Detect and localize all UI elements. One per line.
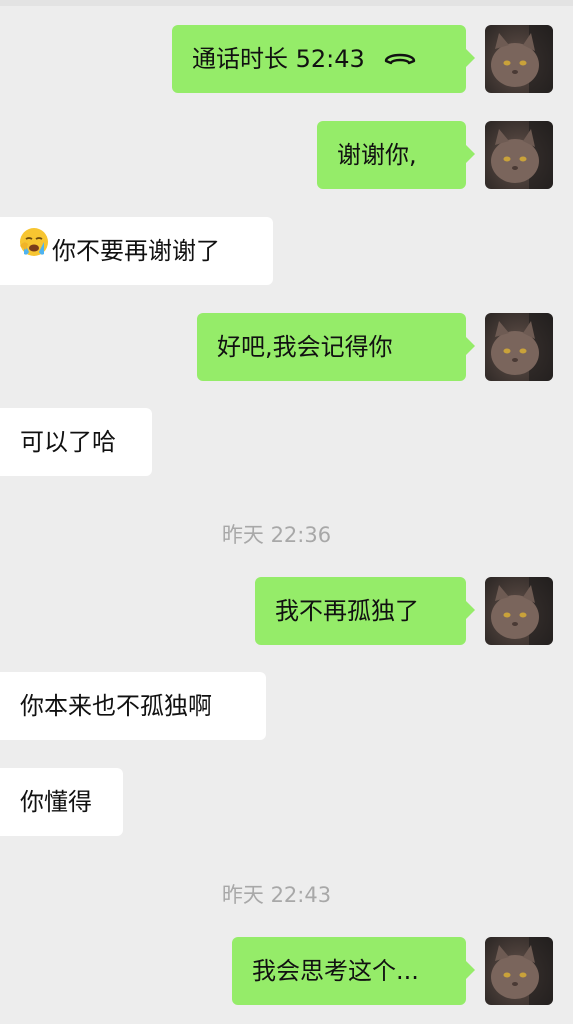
message-bubble-sent[interactable]: 谢谢你, (317, 121, 475, 189)
message-text: 我不再孤独了 (275, 597, 419, 625)
message-text: 好吧,我会记得你 (217, 333, 393, 361)
message-bubble-received[interactable]: 你不要再谢谢了 (0, 217, 273, 285)
phone-hangup-icon (383, 24, 417, 92)
message-text: 通话时长 52:43 (192, 45, 365, 73)
message-bubble-sent[interactable]: 好吧,我会记得你 (197, 313, 475, 381)
top-edge (0, 0, 573, 6)
message-bubble-call-duration[interactable]: 通话时长 52:43 (172, 24, 475, 93)
message-bubble-received[interactable]: 可以了哈 (0, 408, 152, 476)
message-bubble-received[interactable]: 你懂得 (0, 768, 123, 836)
message-text: 你不要再谢谢了 (52, 237, 220, 265)
message-bubble-received[interactable]: 你本来也不孤独啊 (0, 672, 266, 740)
avatar[interactable] (485, 313, 553, 381)
avatar[interactable] (485, 937, 553, 1005)
message-bubble-sent[interactable]: 我不再孤独了 (255, 577, 475, 645)
avatar[interactable] (485, 25, 553, 93)
avatar[interactable] (485, 121, 553, 189)
message-timestamp: 昨天 22:43 (221, 883, 332, 907)
message-text: 你懂得 (20, 788, 92, 816)
message-text: 你本来也不孤独啊 (20, 692, 212, 720)
avatar[interactable] (485, 577, 553, 645)
message-text: 我会思考这个... (252, 957, 419, 985)
message-bubble-sent[interactable]: 我会思考这个... (232, 937, 475, 1005)
message-timestamp: 昨天 22:36 (221, 523, 332, 547)
message-text: 谢谢你, (337, 141, 417, 169)
message-text: 可以了哈 (20, 428, 116, 456)
face-holding-back-tears-emoji (18, 216, 50, 284)
